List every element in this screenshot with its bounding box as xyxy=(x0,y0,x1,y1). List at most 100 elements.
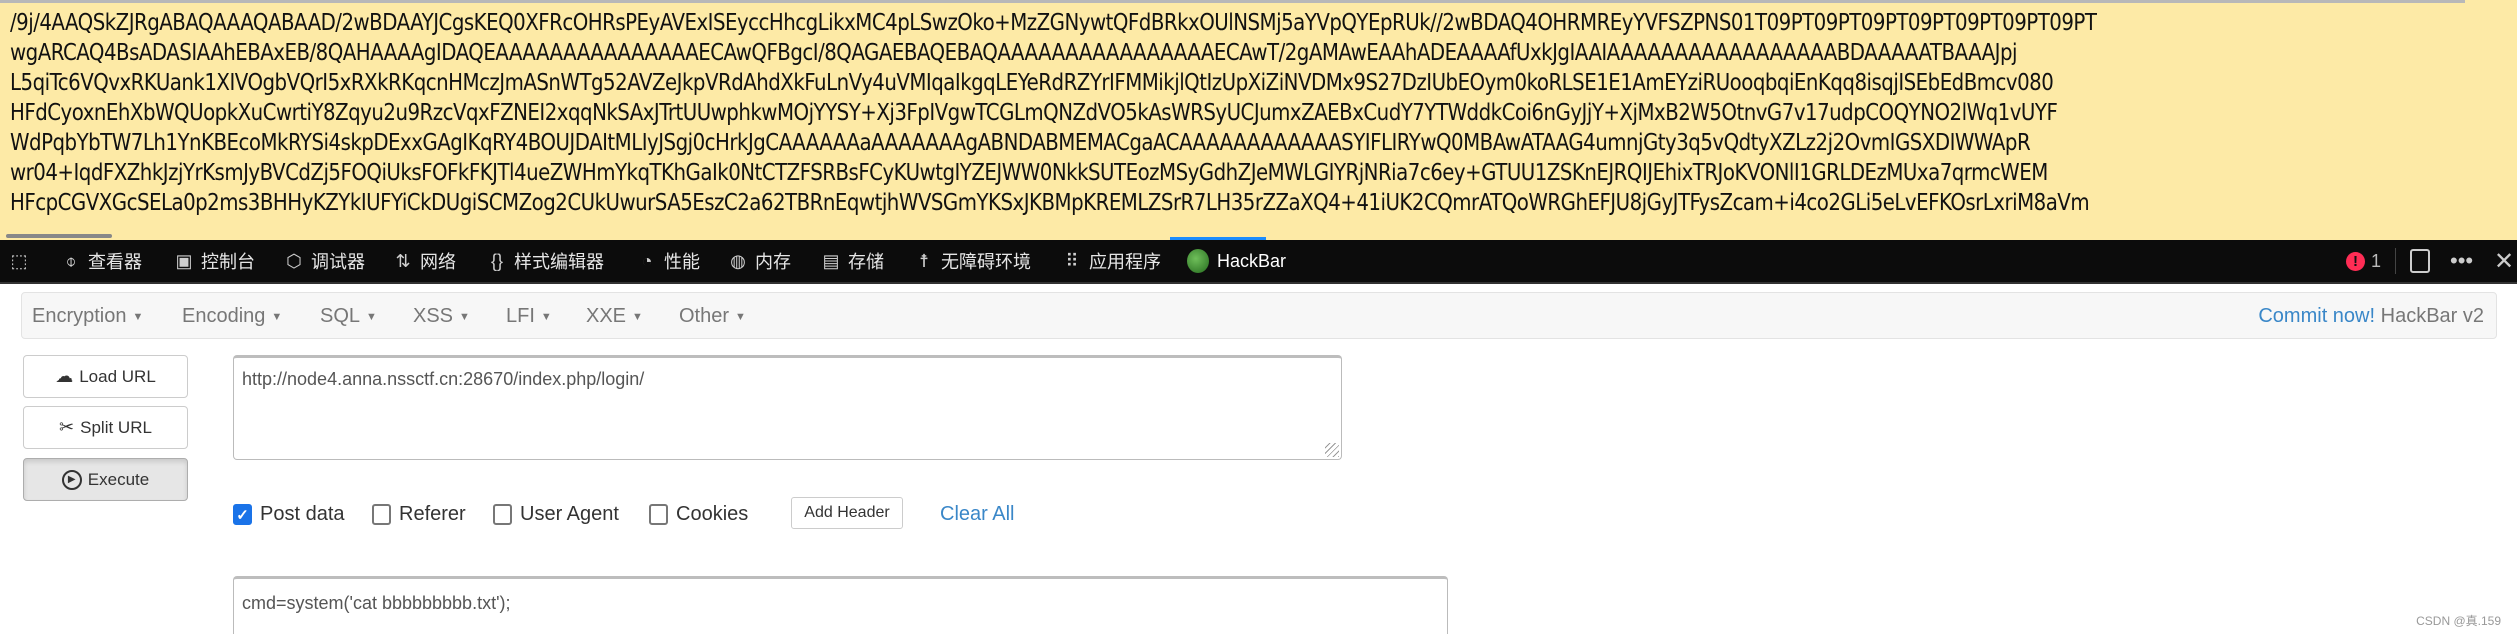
button-label: Split URL xyxy=(80,417,152,437)
caret-down-icon: ▼ xyxy=(735,310,746,323)
devtools-toolbar: ⬚ ⌽ 查看器 ▣ 控制台 ⬡ 调试器 ⇅ 网络 {} 样式编辑器 ◔ 性能 ◍ 内存 ▤ 存储… xyxy=(0,240,2517,284)
responsive-design-button[interactable] xyxy=(2410,240,2430,282)
tab-style-editor[interactable]: {} 样式编辑器 xyxy=(488,240,604,282)
menu-encryption[interactable]: Encryption ▼ xyxy=(32,305,143,328)
tab-label: 样式编辑器 xyxy=(514,252,604,272)
watermark: CSDN @真.159 xyxy=(2416,614,2501,628)
menu-other[interactable]: Other ▼ xyxy=(679,305,746,328)
post-data-textarea[interactable]: cmd=system('cat bbbbbbbbb.txt'); xyxy=(233,576,1448,634)
commit-banner: Commit now! HackBar v2 xyxy=(2258,305,2484,328)
style-editor-icon: {} xyxy=(490,250,504,271)
option-label: Post data xyxy=(260,503,345,525)
base64-line: HFcpCGVXGcSELa0p2ms3BHHyKZYkIUFYiCkDUgiS… xyxy=(10,190,2090,216)
hackbar-version: HackBar v2 xyxy=(2380,305,2484,327)
hackbar-menubar: Encryption ▼ Encoding ▼ SQL ▼ XSS ▼ LFI ▼ XXE… xyxy=(21,292,2497,339)
resize-handle[interactable] xyxy=(1325,443,1339,457)
tab-console[interactable]: ▣ 控制台 xyxy=(175,240,255,282)
tab-network[interactable]: ⇅ 网络 xyxy=(394,240,456,282)
element-picker-button[interactable]: ⬚ xyxy=(10,240,28,282)
caret-down-icon: ▼ xyxy=(632,310,643,323)
menu-encoding[interactable]: Encoding ▼ xyxy=(182,305,282,328)
caret-down-icon: ▼ xyxy=(132,310,144,323)
caret-down-icon: ▼ xyxy=(459,310,470,323)
caret-down-icon: ▼ xyxy=(366,310,377,323)
button-label: Execute xyxy=(87,469,150,489)
tab-label: 存储 xyxy=(848,252,884,272)
menu-label: Other xyxy=(679,305,730,327)
caret-down-icon: ▼ xyxy=(271,310,283,323)
error-count: 1 xyxy=(2371,250,2382,271)
option-post-data[interactable]: ✓ Post data xyxy=(233,503,345,526)
divider xyxy=(2395,248,2396,274)
checkbox-icon[interactable] xyxy=(372,504,391,525)
menu-lfi[interactable]: LFI ▼ xyxy=(506,305,552,328)
more-options-button[interactable]: ••• xyxy=(2450,240,2473,282)
option-label: Cookies xyxy=(676,503,749,525)
memory-icon: ◍ xyxy=(730,250,746,271)
scrollbar-top[interactable] xyxy=(0,0,2465,3)
element-picker-icon: ⬚ xyxy=(10,250,28,271)
horizontal-scrollbar[interactable] xyxy=(6,234,112,238)
post-data-value: cmd=system('cat bbbbbbbbb.txt'); xyxy=(242,593,511,613)
tab-inspector[interactable]: ⌽ 查看器 xyxy=(62,240,142,282)
menu-sql[interactable]: SQL ▼ xyxy=(320,305,377,328)
caret-down-icon: ▼ xyxy=(540,310,552,323)
checkbox-icon[interactable] xyxy=(649,504,668,525)
performance-icon: ◔ xyxy=(641,250,653,271)
error-count-button[interactable]: ! 1 xyxy=(2346,240,2381,282)
network-icon: ⇅ xyxy=(395,250,411,271)
option-user-agent[interactable]: User Agent xyxy=(493,503,619,526)
menu-label: XSS xyxy=(413,305,454,327)
base64-line: HFdCyoxnEhXbWQUopkXuCwrtiY8Zqyu2u9RzcVqx… xyxy=(10,100,2058,126)
tab-memory[interactable]: ◍ 内存 xyxy=(729,240,791,282)
option-cookies[interactable]: Cookies xyxy=(649,503,748,526)
tab-hackbar[interactable]: HackBar xyxy=(1187,240,1286,282)
page: /9j/4AAQSkZJRgABAQAAAQABAAD/2wBDAAYJCgsK… xyxy=(0,0,2517,634)
tab-label: 应用程序 xyxy=(1089,252,1161,272)
tab-performance[interactable]: ◔ 性能 xyxy=(638,240,700,282)
clear-all-link[interactable]: Clear All xyxy=(940,503,1014,526)
menu-xss[interactable]: XSS ▼ xyxy=(413,305,470,328)
tab-debugger[interactable]: ⬡ 调试器 xyxy=(285,240,365,282)
add-header-button[interactable]: Add Header xyxy=(791,497,903,529)
execute-button[interactable]: ▶ Execute xyxy=(23,458,188,501)
url-value: http://node4.anna.nssctf.cn:28670/index.… xyxy=(242,369,645,389)
url-textarea[interactable]: http://node4.anna.nssctf.cn:28670/index.… xyxy=(233,355,1342,460)
cloud-download-icon: ☁ xyxy=(55,366,74,386)
storage-icon: ▤ xyxy=(822,250,840,271)
tab-storage[interactable]: ▤ 存储 xyxy=(822,240,884,282)
inspector-icon: ⌽ xyxy=(65,250,77,271)
play-circle-icon: ▶ xyxy=(61,469,82,490)
tab-label: 调试器 xyxy=(311,252,365,272)
commit-now-link[interactable]: Commit now! xyxy=(2258,305,2375,327)
menu-label: XXE xyxy=(586,305,627,327)
application-icon: ⠿ xyxy=(1065,250,1079,271)
debugger-icon: ⬡ xyxy=(286,250,302,271)
tab-label: 查看器 xyxy=(88,252,142,272)
accessibility-icon: ☨ xyxy=(919,250,929,271)
close-icon: ✕ xyxy=(2494,247,2515,275)
tab-label: 内存 xyxy=(755,252,791,272)
responsive-design-icon xyxy=(2410,249,2430,273)
tab-label: 无障碍环境 xyxy=(941,252,1031,272)
menu-label: SQL xyxy=(320,305,361,327)
tab-label: 控制台 xyxy=(201,252,255,272)
tab-application[interactable]: ⠿ 应用程序 xyxy=(1063,240,1161,282)
menu-xxe[interactable]: XXE ▼ xyxy=(586,305,643,328)
checkbox-checked-icon[interactable]: ✓ xyxy=(233,504,252,525)
checkbox-icon[interactable] xyxy=(493,504,512,525)
base64-line: wr04+IqdFXZhkJzjYrKsmJyBVCdZj5FOQiUksFOF… xyxy=(10,160,2048,186)
split-url-button[interactable]: ✂ Split URL xyxy=(23,406,188,449)
error-icon: ! xyxy=(2346,251,2365,271)
tab-accessibility[interactable]: ☨ 无障碍环境 xyxy=(915,240,1031,282)
button-label: Load URL xyxy=(79,366,156,386)
page-content-base64: /9j/4AAQSkZJRgABAQAAAQABAAD/2wBDAAYJCgsK… xyxy=(0,0,2517,240)
load-url-button[interactable]: ☁ Load URL xyxy=(23,355,188,398)
close-devtools-button[interactable]: ✕ xyxy=(2494,240,2514,282)
console-icon: ▣ xyxy=(175,250,193,271)
base64-line: WdPqbYbTW7Lh1YnKBEcoMkRYSi4skpDExxGAgIKq… xyxy=(10,130,2031,156)
menu-label: Encoding xyxy=(182,305,266,327)
menu-label: LFI xyxy=(506,305,535,327)
tab-label: 性能 xyxy=(664,252,700,272)
option-referer[interactable]: Referer xyxy=(372,503,466,526)
